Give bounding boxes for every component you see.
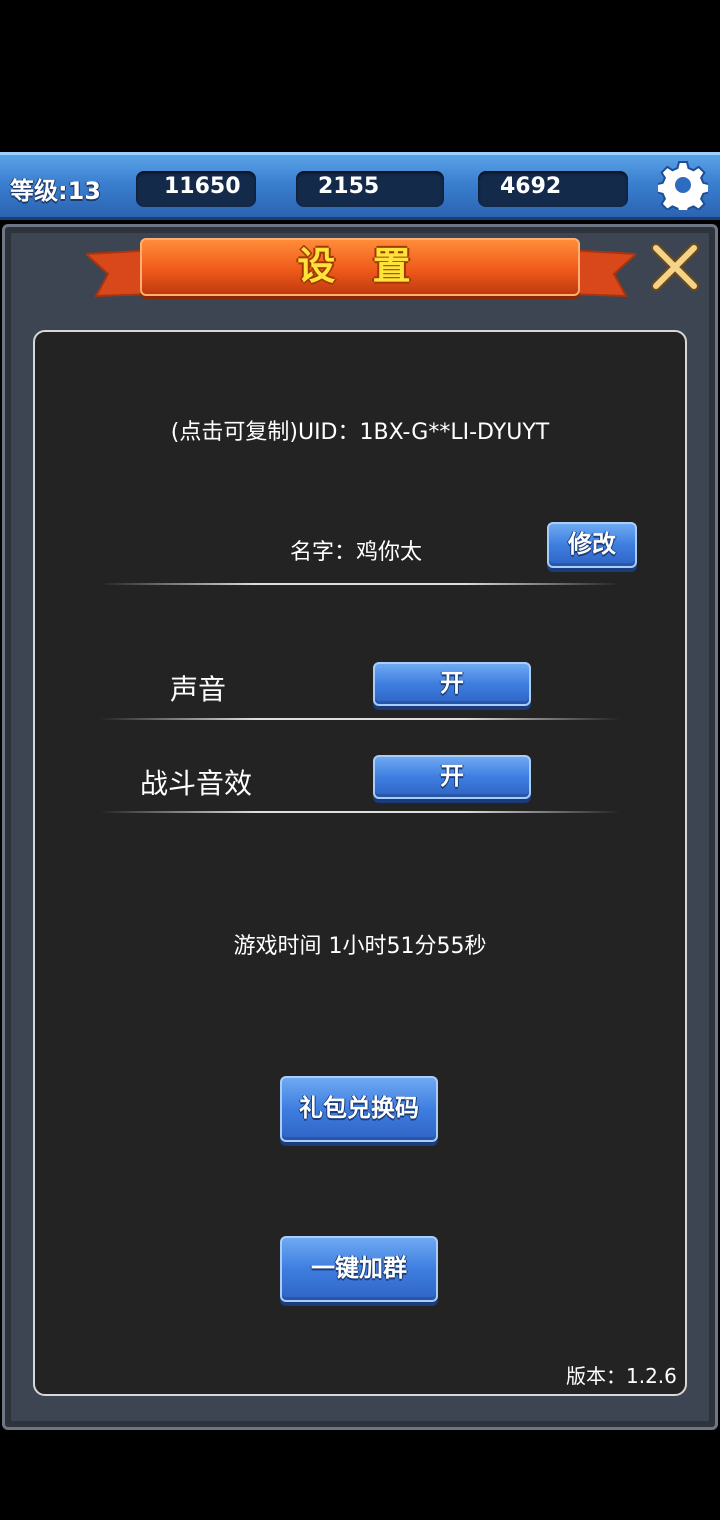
sound-toggle-button[interactable]: 开 — [373, 662, 531, 706]
sound-label: 声音 — [170, 673, 227, 706]
uid-copy-text[interactable]: (点击可复制)UID：1BX-G**LI-DYUYT — [0, 414, 720, 446]
crystal-count: 4692 — [500, 174, 562, 199]
divider — [100, 811, 620, 813]
version-text: 版本：1.2.6 — [566, 1364, 677, 1388]
diamond-counter: 11650 — [136, 171, 256, 207]
divider — [100, 718, 620, 720]
battle-sfx-label: 战斗音效 — [140, 767, 253, 800]
player-level: 等级:13 — [10, 177, 101, 205]
game-screen: 等级:13 11650 2155 $ 4692 — [0, 0, 720, 1520]
gold-counter: 2155 — [296, 171, 444, 207]
crystal-counter: 4692 — [478, 171, 628, 207]
diamond-count: 11650 — [164, 174, 241, 199]
player-name: 名字：鸡你太 — [290, 540, 423, 565]
settings-title: 设 置 — [297, 244, 423, 288]
gold-count: 2155 — [318, 174, 380, 199]
play-time: 游戏时间 1小时51分55秒 — [233, 934, 487, 959]
divider — [100, 583, 620, 585]
battle-sfx-toggle-button[interactable]: 开 — [373, 755, 531, 799]
gift-code-button[interactable]: 礼包兑换码 — [280, 1076, 438, 1142]
close-icon[interactable] — [650, 242, 700, 292]
title-ribbon: 设 置 — [140, 238, 580, 296]
gear-icon[interactable] — [658, 160, 708, 210]
edit-name-button[interactable]: 修改 — [547, 522, 637, 568]
top-hud: 等级:13 11650 2155 $ 4692 — [0, 152, 720, 359]
join-group-button[interactable]: 一键加群 — [280, 1236, 438, 1302]
